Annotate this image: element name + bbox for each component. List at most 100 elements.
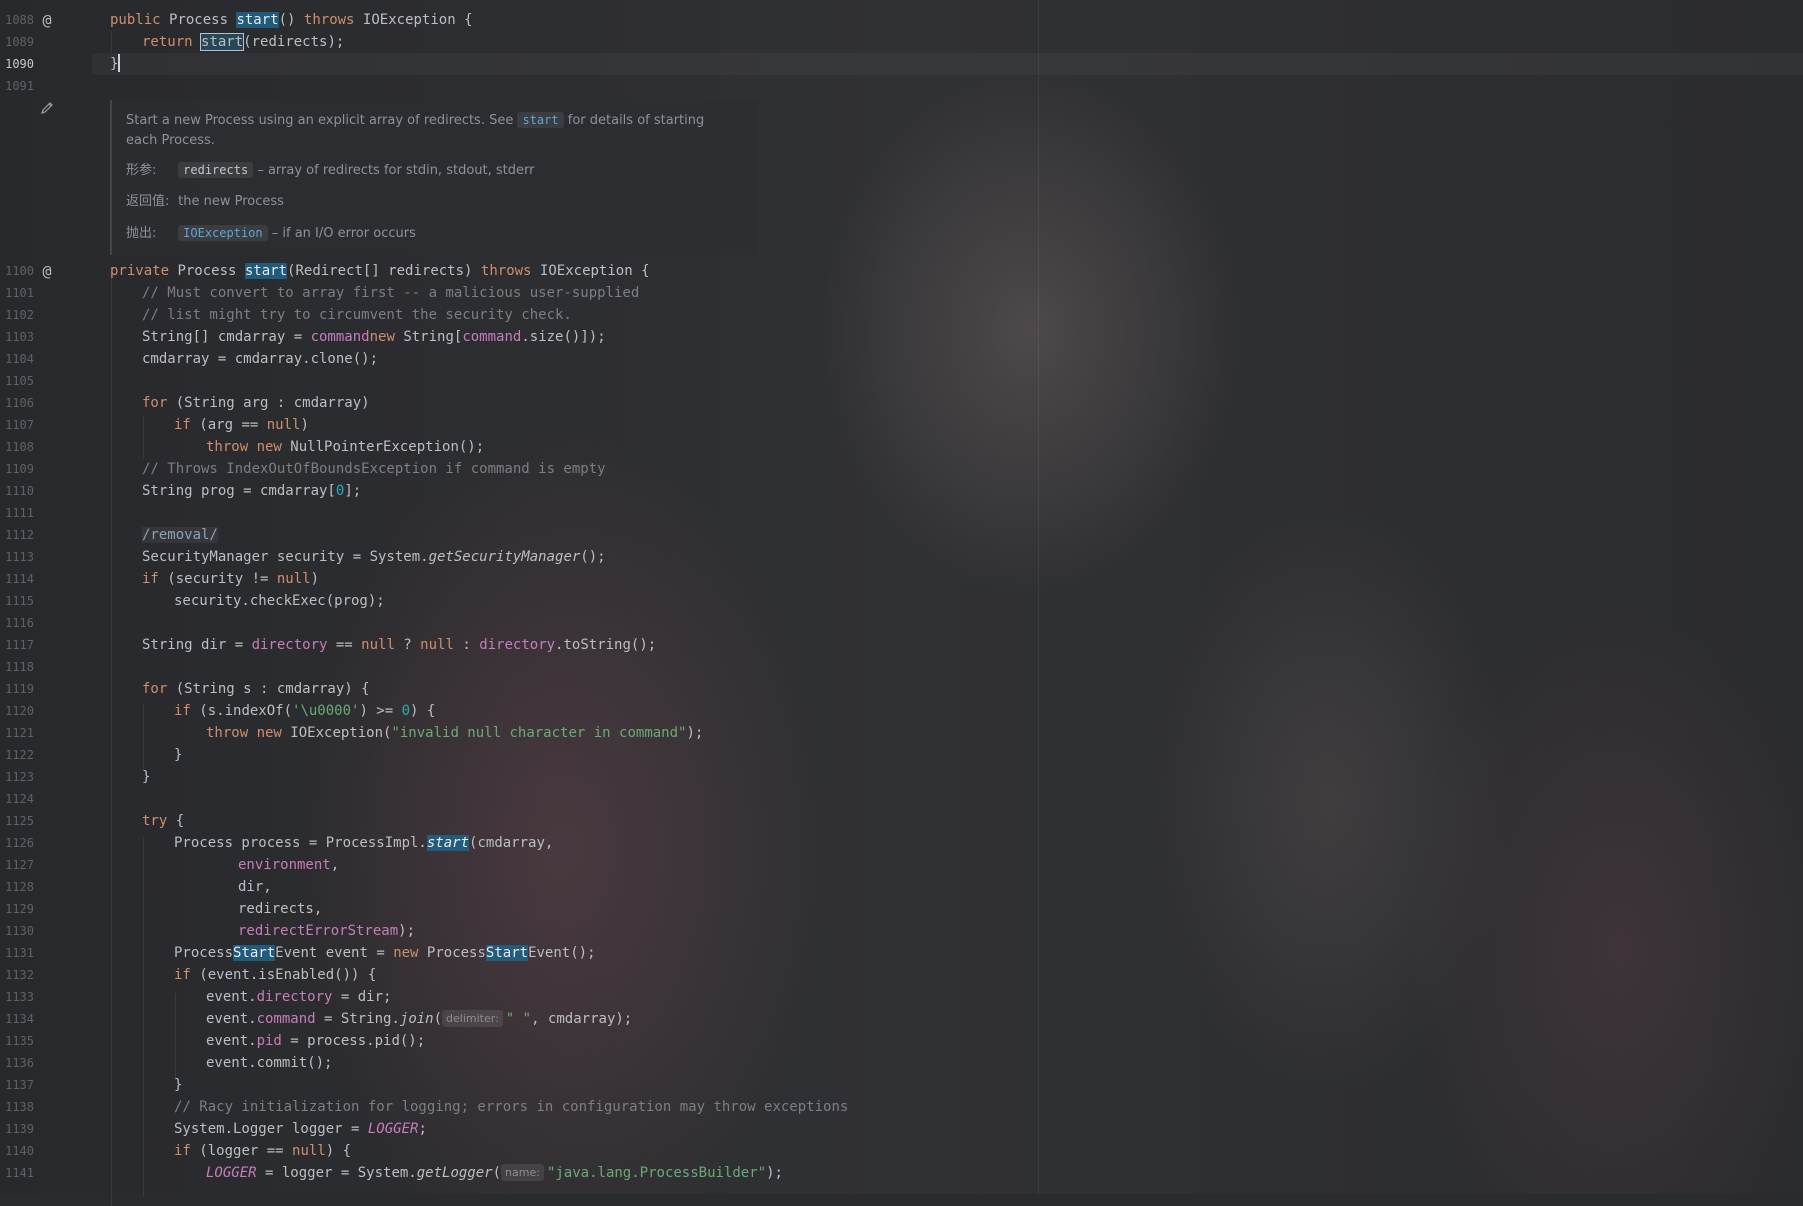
code-line[interactable]: if (arg == null) (174, 414, 309, 436)
token-field: directory (479, 637, 556, 653)
code-line[interactable]: security.checkExec(prog); (174, 590, 385, 612)
code-line[interactable]: event.command = String.join(delimiter: " … (206, 1008, 632, 1030)
token-field: command (310, 329, 370, 345)
code-line[interactable]: event.pid = process.pid(); (206, 1030, 425, 1052)
token: == (327, 637, 362, 653)
code-line[interactable]: for (String arg : cmdarray) (142, 392, 370, 414)
code-line[interactable]: return start(redirects); (142, 31, 344, 53)
token: { (175, 813, 185, 829)
token-field: pid (256, 1033, 282, 1049)
code-line[interactable]: } (174, 1074, 182, 1096)
token: String[ (403, 329, 463, 345)
code-line[interactable]: throw new NullPointerException(); (206, 436, 484, 458)
token-keyword: throws (303, 12, 363, 28)
code-line[interactable]: dir, (238, 876, 272, 898)
code-line[interactable]: /removal/ (142, 524, 218, 546)
token: ) (300, 417, 309, 433)
token-keyword: if (142, 571, 168, 587)
code-line[interactable]: event.directory = dir; (206, 986, 391, 1008)
code-line[interactable]: private Process start(Redirect[] redirec… (110, 260, 650, 282)
code-line[interactable]: Process process = ProcessImpl.start(cmda… (174, 832, 553, 854)
code-line-current[interactable]: } (110, 53, 121, 75)
token-method-declaration[interactable]: start (244, 263, 288, 279)
token-keyword: new (369, 329, 404, 345)
token-keyword: if (174, 1143, 200, 1159)
code-comment[interactable]: // Racy initialization for logging; erro… (174, 1096, 848, 1118)
code-line[interactable]: if (logger == null) { (174, 1140, 351, 1162)
token-keyword: throw new (206, 725, 291, 741)
token-method-declaration[interactable]: start (236, 12, 279, 28)
code-line[interactable]: String prog = cmdarray[0]; (142, 480, 361, 502)
token: ]; (344, 483, 362, 499)
code-line[interactable]: System.Logger logger = LOGGER; (174, 1118, 427, 1140)
token-keyword: null (292, 1143, 326, 1159)
token: = logger = System. (256, 1165, 417, 1181)
token: (String s : cmdarray) { (175, 681, 370, 697)
token-field: environment (238, 857, 331, 873)
token: String dir = (142, 637, 252, 653)
token-keyword: if (174, 967, 200, 983)
token-keyword: if (174, 703, 200, 719)
code-line[interactable]: if (event.isEnabled()) { (174, 964, 376, 986)
token: SecurityManager security = System. (142, 549, 429, 565)
token: (s.indexOf( (199, 703, 293, 719)
code-line[interactable]: String dir = directory == null ? null : … (142, 634, 656, 656)
token-number: 0 (401, 703, 411, 719)
token: Process (169, 12, 237, 28)
code-line[interactable]: } (174, 744, 182, 766)
token-keyword: throws (480, 263, 540, 279)
token: ( (492, 1165, 502, 1181)
token-string: "java.lang.ProcessBuilder" (546, 1165, 767, 1181)
code-line[interactable]: if (s.indexOf('\u0000') >= 0) { (174, 700, 435, 722)
token-field: directory (256, 989, 333, 1005)
token-highlight-match: Start (485, 945, 529, 961)
token-method-call-highlighted[interactable]: start (426, 835, 470, 851)
token: ) { (410, 703, 436, 719)
parameter-name-hint: name: (501, 1164, 544, 1181)
code-line[interactable]: cmdarray = cmdarray.clone(); (142, 348, 378, 370)
code-line[interactable]: redirects, (238, 898, 322, 920)
code-line[interactable]: ProcessStartEvent event = new ProcessSta… (174, 942, 596, 964)
code-line[interactable]: environment, (238, 854, 339, 876)
token: ( (433, 1011, 443, 1027)
token: ) >= (359, 703, 402, 719)
token: (event.isEnabled()) { (199, 967, 377, 983)
token-string: "invalid null character in command" (391, 725, 687, 741)
token-keyword: throw new (206, 439, 291, 455)
code-comment[interactable]: // Must convert to array first -- a mali… (142, 282, 639, 304)
token-keyword: if (174, 417, 200, 433)
code-line[interactable]: event.commit(); (206, 1052, 332, 1074)
token-highlight-match: Start (233, 945, 276, 961)
code-comment[interactable]: // list might try to circumvent the secu… (142, 304, 572, 326)
token: event. (206, 1033, 257, 1049)
code-line[interactable]: String[] cmdarray = commandnew String[co… (142, 326, 606, 348)
code-line[interactable]: for (String s : cmdarray) { (142, 678, 370, 700)
code-line[interactable]: try { (142, 810, 184, 832)
token: (redirects); (243, 34, 345, 50)
token: Process (177, 263, 245, 279)
token: .size()]); (521, 329, 606, 345)
token-keyword: null (361, 637, 395, 653)
code-line[interactable]: LOGGER = logger = System.getLogger(name:… (206, 1162, 783, 1184)
code-line[interactable]: redirectErrorStream); (238, 920, 415, 942)
token: (security != (167, 571, 277, 587)
token-keyword: return (142, 34, 202, 50)
code-line[interactable]: if (security != null) (142, 568, 319, 590)
code-editor[interactable]: public Process start() throws IOExceptio… (0, 0, 1803, 1194)
token: (); (580, 549, 606, 565)
code-line[interactable]: } (142, 766, 150, 788)
token: Event(); (528, 945, 596, 961)
code-line[interactable]: public Process start() throws IOExceptio… (110, 9, 473, 31)
token: event. (206, 989, 257, 1005)
token: Process (426, 945, 486, 961)
code-line[interactable]: SecurityManager security = System.getSec… (142, 546, 606, 568)
code-line[interactable]: throw new IOException("invalid null char… (206, 722, 703, 744)
token: ); (686, 725, 704, 741)
token-keyword: for (142, 395, 176, 411)
token-keyword: null (266, 417, 301, 433)
token: ); (398, 923, 416, 939)
token-method-call-selected[interactable]: start (200, 33, 245, 51)
token-string: " " (505, 1011, 532, 1027)
token: Event event = (275, 945, 394, 961)
code-comment[interactable]: // Throws IndexOutOfBoundsException if c… (142, 458, 606, 480)
